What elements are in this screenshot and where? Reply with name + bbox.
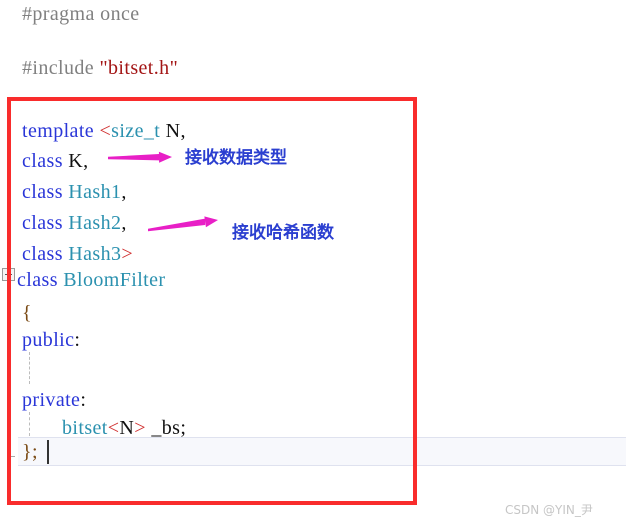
line-private-token-0: private xyxy=(22,389,81,411)
line-include-token-0: #include xyxy=(22,57,100,79)
line-public[interactable]: public: xyxy=(22,330,80,350)
fold-region-line xyxy=(8,281,9,457)
line-open-brace-token-0: { xyxy=(22,302,32,324)
line-bitset-member-token-4: _bs; xyxy=(145,417,187,439)
text-caret xyxy=(47,440,49,464)
line-include-token-1: "bitset.h" xyxy=(99,57,179,79)
line-include[interactable]: #include "bitset.h" xyxy=(22,58,178,78)
code-fold-collapse-icon[interactable] xyxy=(2,268,15,281)
line-bitset-member-token-2: N xyxy=(119,417,135,439)
note-data-type-arrow-icon xyxy=(108,151,172,163)
line-private-token-1: : xyxy=(80,389,87,411)
line-class-hash3-token-2: > xyxy=(121,243,134,265)
line-class-hash2-token-0: class xyxy=(22,212,69,234)
line-close-brace-token-0: }; xyxy=(22,441,38,463)
line-pragma[interactable]: #pragma once xyxy=(22,4,140,24)
line-bitset-member-token-3: > xyxy=(134,417,146,439)
line-class-k-token-0: class xyxy=(22,150,69,172)
line-class-bloomfilter[interactable]: class BloomFilter xyxy=(17,270,165,290)
line-bitset-member-token-1: < xyxy=(107,417,120,439)
line-class-hash1-token-0: class xyxy=(22,181,69,203)
indent-guide-1 xyxy=(29,412,30,436)
line-class-bloomfilter-token-0: class xyxy=(17,269,64,291)
line-template[interactable]: template <size_t N, xyxy=(22,121,186,141)
line-class-hash2-token-2: , xyxy=(121,212,127,234)
line-template-token-0: template xyxy=(22,120,100,142)
line-class-k[interactable]: class K, xyxy=(22,151,89,171)
line-public-token-0: public xyxy=(22,329,75,351)
current-line-highlight xyxy=(18,437,626,466)
line-close-brace[interactable]: }; xyxy=(22,442,38,462)
fold-region-line-foot xyxy=(8,456,15,457)
line-template-token-1: < xyxy=(99,120,112,142)
line-public-token-1: : xyxy=(74,329,81,351)
line-class-hash2[interactable]: class Hash2, xyxy=(22,213,127,233)
code-editor[interactable]: #pragma once #include "bitset.h" template … xyxy=(0,0,626,527)
line-class-hash1[interactable]: class Hash1, xyxy=(22,182,127,202)
line-class-hash3-token-1: Hash3 xyxy=(68,243,122,265)
line-template-token-3: N, xyxy=(160,120,186,142)
note-hash-function: 接收哈希函数 xyxy=(232,223,334,243)
indent-guide-0 xyxy=(29,352,30,384)
line-class-hash1-token-2: , xyxy=(121,181,127,203)
note-hash-function-arrow-icon xyxy=(148,216,218,232)
line-class-hash3[interactable]: class Hash3> xyxy=(22,244,133,264)
note-data-type: 接收数据类型 xyxy=(185,148,287,168)
line-class-hash3-token-0: class xyxy=(22,243,69,265)
line-open-brace[interactable]: { xyxy=(22,303,32,323)
watermark: CSDN @YIN_尹 xyxy=(505,503,593,517)
line-pragma-token-0: #pragma once xyxy=(22,3,140,25)
line-class-hash2-token-1: Hash2 xyxy=(68,212,122,234)
line-bitset-member[interactable]: bitset<N> _bs; xyxy=(62,418,186,438)
line-class-k-token-1: K, xyxy=(68,150,89,172)
line-template-token-2: size_t xyxy=(111,120,161,142)
line-bitset-member-token-0: bitset xyxy=(62,417,108,439)
line-private[interactable]: private: xyxy=(22,390,86,410)
line-class-bloomfilter-token-1: BloomFilter xyxy=(63,269,166,291)
line-class-hash1-token-1: Hash1 xyxy=(68,181,122,203)
